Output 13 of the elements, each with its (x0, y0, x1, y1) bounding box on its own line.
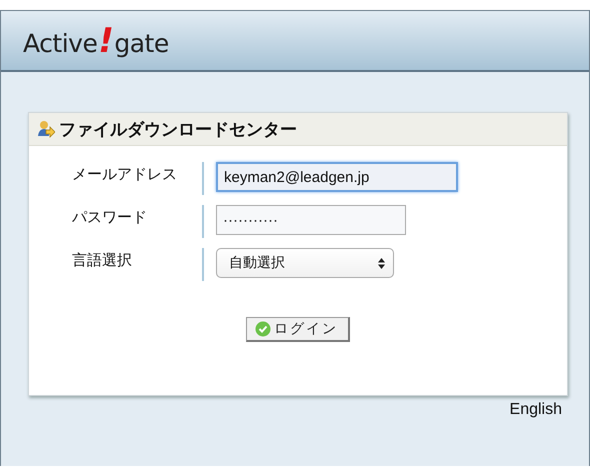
user-download-icon (37, 120, 55, 138)
field-label: 言語選択 (72, 251, 133, 270)
updown-arrows-icon (378, 258, 385, 268)
check-icon (255, 321, 271, 337)
field-label: パスワード (72, 208, 148, 227)
login-button[interactable]: ログイン (246, 317, 350, 342)
logo: Active!gate (23, 20, 169, 60)
field-label: メールアドレス (72, 165, 178, 184)
language-select[interactable]: 自動選択 (216, 248, 394, 278)
english-link[interactable]: English (510, 401, 562, 418)
panel-title: ファイルダウンロードセンター (59, 118, 297, 140)
password-field[interactable]: ··········· (216, 205, 406, 235)
email-field[interactable]: keyman2@leadgen.jp (216, 162, 458, 192)
